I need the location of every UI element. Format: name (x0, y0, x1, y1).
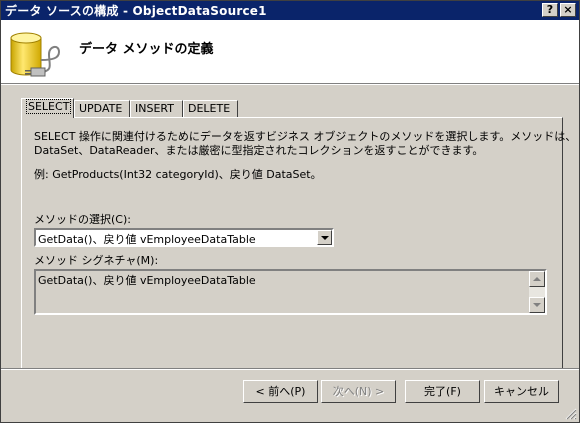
tab-panel-select: SELECT 操作に関連付けるためにデータを返すビジネス オブジェクトのメソッド… (21, 117, 576, 369)
cancel-button[interactable]: キャンセル (484, 380, 559, 403)
method-label: メソッドの選択(C): (34, 213, 131, 226)
help-button[interactable]: ? (542, 3, 558, 17)
scrollbar-track[interactable] (529, 287, 545, 297)
back-button[interactable]: < 前へ(P) (243, 380, 318, 403)
database-plug-icon (10, 32, 61, 77)
method-select-value: GetData()、戻り値 vEmployeeDataTable (38, 233, 256, 246)
title-bar[interactable]: データ ソースの構成 - ObjectDataSource1 ? × (1, 1, 579, 20)
tab-update[interactable]: UPDATE (74, 100, 130, 117)
resize-grip-icon[interactable] (565, 408, 577, 420)
footer-divider-highlight (1, 369, 579, 370)
signature-value: GetData()、戻り値 vEmployeeDataTable (38, 274, 256, 287)
tab-insert[interactable]: INSERT (130, 100, 183, 117)
scroll-down-icon[interactable] (529, 297, 545, 313)
header-divider (1, 84, 579, 85)
wizard-header: データ メソッドの定義 (1, 20, 579, 84)
signature-field[interactable]: GetData()、戻り値 vEmployeeDataTable (34, 269, 547, 315)
next-button[interactable]: 次へ(N) > (321, 380, 396, 403)
tab-delete[interactable]: DELETE (183, 100, 238, 117)
example-text: 例: GetProducts(Int32 categoryId)、戻り値 Dat… (34, 168, 322, 181)
finish-button[interactable]: 完了(F) (405, 380, 480, 403)
tab-select[interactable]: SELECT (21, 98, 74, 118)
window-title: データ ソースの構成 - ObjectDataSource1 (5, 4, 267, 18)
signature-label: メソッド シグネチャ(M): (34, 254, 159, 267)
scroll-up-icon[interactable] (529, 271, 545, 287)
method-select[interactable]: GetData()、戻り値 vEmployeeDataTable (34, 228, 334, 247)
page-title: データ メソッドの定義 (79, 42, 214, 57)
close-button[interactable]: × (560, 3, 576, 17)
chevron-down-icon[interactable] (317, 230, 332, 245)
dialog-window: データ ソースの構成 - ObjectDataSource1 ? × データ メ… (0, 0, 580, 423)
description-line2: DataSet、DataReader、または厳密に型指定されたコレクションを返す… (34, 144, 484, 157)
